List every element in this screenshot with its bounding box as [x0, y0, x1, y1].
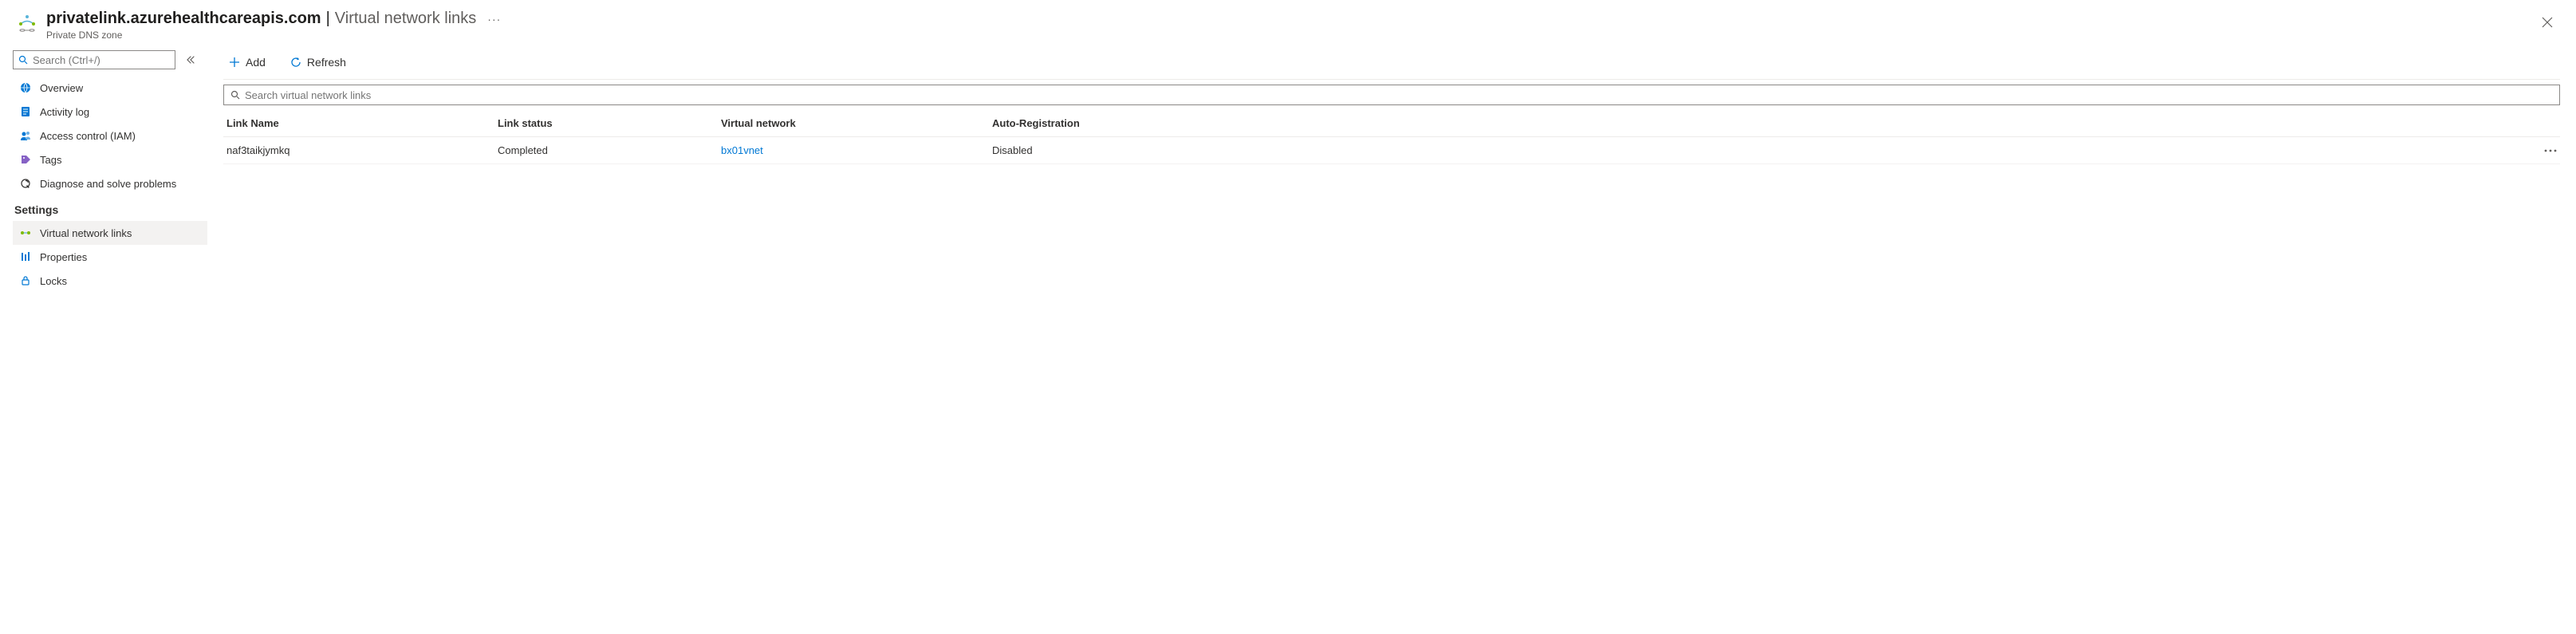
search-icon	[18, 55, 28, 65]
table-header: Link Name Link status Virtual network Au…	[223, 110, 2560, 137]
search-icon	[230, 90, 240, 100]
resource-type-icon	[16, 13, 38, 35]
sidebar: Overview Activity log Access control (IA…	[0, 47, 207, 634]
sidebar-item-label: Activity log	[40, 106, 89, 118]
sidebar-item-iam[interactable]: Access control (IAM)	[13, 124, 207, 148]
resource-name: privatelink.azurehealthcareapis.com	[46, 10, 321, 28]
blade-name: Virtual network links	[335, 10, 476, 28]
vnet-links-icon	[19, 226, 32, 239]
sidebar-item-vnet-links[interactable]: Virtual network links	[13, 221, 207, 245]
lock-icon	[19, 274, 32, 287]
sidebar-item-properties[interactable]: Properties	[13, 245, 207, 269]
activity-log-icon	[19, 105, 32, 118]
sidebar-item-label: Access control (IAM)	[40, 130, 136, 142]
col-link-name[interactable]: Link Name	[226, 117, 498, 129]
sidebar-item-label: Locks	[40, 275, 67, 287]
row-more-button[interactable]	[2525, 149, 2557, 152]
sidebar-item-diagnose[interactable]: Diagnose and solve problems	[13, 171, 207, 195]
sidebar-item-overview[interactable]: Overview	[13, 76, 207, 100]
col-auto-reg[interactable]: Auto-Registration	[992, 117, 2525, 129]
tags-icon	[19, 153, 32, 166]
add-button-label: Add	[246, 56, 266, 69]
refresh-icon	[290, 56, 302, 69]
refresh-button-label: Refresh	[307, 56, 346, 69]
globe-icon	[19, 81, 32, 94]
sidebar-item-activity-log[interactable]: Activity log	[13, 100, 207, 124]
sidebar-search[interactable]	[13, 50, 175, 69]
col-vnet[interactable]: Virtual network	[721, 117, 992, 129]
table-row[interactable]: naf3taikjymkq Completed bx01vnet Disable…	[223, 137, 2560, 164]
sidebar-collapse-button[interactable]	[182, 52, 198, 68]
sidebar-item-label: Properties	[40, 251, 87, 263]
cell-vnet-link[interactable]: bx01vnet	[721, 144, 763, 156]
sidebar-item-label: Overview	[40, 82, 83, 94]
sidebar-item-tags[interactable]: Tags	[13, 148, 207, 171]
sidebar-search-input[interactable]	[33, 54, 173, 66]
iam-icon	[19, 129, 32, 142]
sidebar-item-label: Virtual network links	[40, 227, 132, 239]
content-search[interactable]	[223, 85, 2560, 105]
command-bar: Add Refresh	[223, 50, 2560, 79]
diagnose-icon	[19, 177, 32, 190]
cell-link-status: Completed	[498, 144, 721, 156]
close-button[interactable]	[2535, 10, 2560, 35]
col-link-status[interactable]: Link status	[498, 117, 721, 129]
sidebar-item-locks[interactable]: Locks	[13, 269, 207, 293]
refresh-button[interactable]: Refresh	[285, 53, 351, 72]
resource-type-label: Private DNS zone	[46, 30, 501, 41]
title-separator: |	[326, 10, 330, 28]
sidebar-section-settings: Settings	[13, 195, 207, 221]
title-more-icon[interactable]: ···	[487, 13, 501, 26]
page-header: privatelink.azurehealthcareapis.com | Vi…	[0, 0, 2576, 47]
properties-icon	[19, 250, 32, 263]
plus-icon	[228, 56, 241, 69]
sidebar-item-label: Diagnose and solve problems	[40, 178, 176, 190]
cell-auto-reg: Disabled	[992, 144, 2525, 156]
cell-link-name: naf3taikjymkq	[226, 144, 498, 156]
content-search-input[interactable]	[245, 89, 2553, 101]
toolbar-divider	[223, 79, 2560, 80]
main-content: Add Refresh Link Name Link status	[207, 47, 2576, 634]
sidebar-item-label: Tags	[40, 154, 61, 166]
add-button[interactable]: Add	[223, 53, 270, 72]
title-block: privatelink.azurehealthcareapis.com | Vi…	[46, 10, 501, 41]
